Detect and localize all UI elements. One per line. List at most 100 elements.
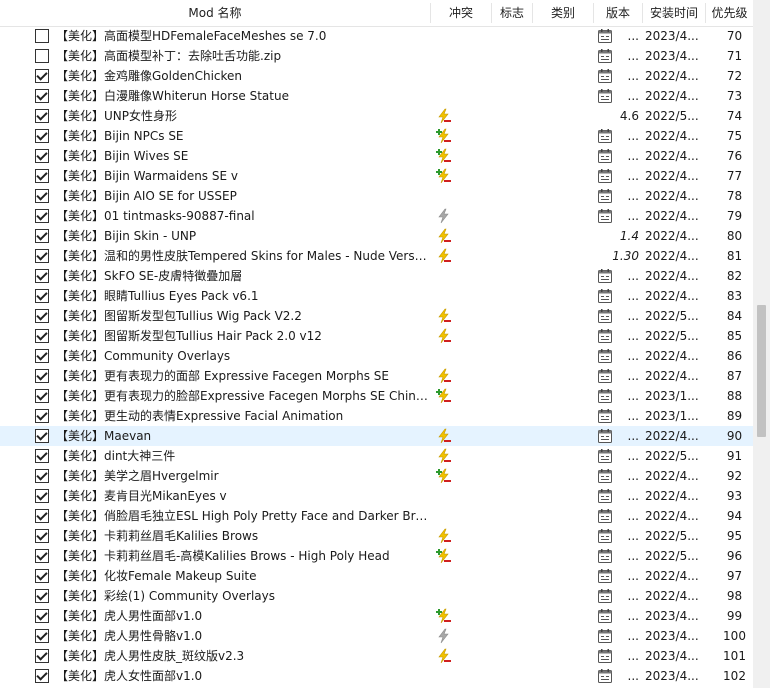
mod-install-time: 2023/1... [645,409,699,423]
mod-priority: 75 [726,129,743,143]
mod-enabled-checkbox[interactable] [35,89,49,103]
mod-enabled-checkbox[interactable] [35,129,49,143]
mod-row[interactable]: 【美化】眼睛Tullius Eyes Pack v6.1... 2022/4...… [0,286,753,306]
mod-enabled-checkbox[interactable] [35,389,49,403]
vertical-scrollbar[interactable] [753,0,770,688]
mod-priority: 71 [726,49,743,63]
mod-row[interactable]: 【美化】白漫雕像Whiterun Horse Statue... 2022/4..… [0,86,753,106]
mod-list[interactable]: 【美化】高面模型HDFemaleFaceMeshes se 7.0... 2023… [0,26,753,688]
header-mod-name[interactable]: Mod 名称 [0,0,430,26]
header-flags[interactable]: 标志 [492,0,532,26]
mod-enabled-checkbox[interactable] [35,509,49,523]
header-conflict[interactable]: 冲突 [431,0,491,26]
mod-enabled-checkbox[interactable] [35,529,49,543]
mod-row[interactable]: 【美化】SkFO SE-皮膚特徵疊加層... 2022/4... 82 [0,266,753,286]
mod-enabled-checkbox[interactable] [35,169,49,183]
mod-row[interactable]: 【美化】俏脸眉毛独立ESL High Poly Pretty Face and … [0,506,753,526]
calendar-icon [597,48,613,64]
lightning-minus-icon [436,368,452,384]
mod-row[interactable]: 【美化】温和的男性皮肤Tempered Skins for Males - Nu… [0,246,753,266]
mod-enabled-checkbox[interactable] [35,589,49,603]
mod-row[interactable]: 【美化】卡莉莉丝眉毛-高模Kalilies Brows - High Poly … [0,546,753,566]
mod-name: 【美化】化妆Female Makeup Suite [56,569,257,583]
mod-enabled-checkbox[interactable] [35,269,49,283]
mod-enabled-checkbox[interactable] [35,289,49,303]
mod-row[interactable]: 【美化】虎人女性面部v1.0... 2023/4... 102 [0,666,753,686]
mod-enabled-checkbox[interactable] [35,569,49,583]
mod-enabled-checkbox[interactable] [35,149,49,163]
mod-enabled-checkbox[interactable] [35,229,49,243]
mod-install-time: 2022/5... [645,109,699,123]
mod-row[interactable]: 【美化】图留斯发型包Tullius Hair Pack 2.0 v12... 20… [0,326,753,346]
scrollbar-thumb[interactable] [757,305,766,437]
mod-version: ... [627,569,639,583]
mod-row[interactable]: 【美化】更生动的表情Expressive Facial Animation...… [0,406,753,426]
mod-row[interactable]: 【美化】UNP女性身形 4.6 2022/5... 74 [0,106,753,126]
calendar-icon [597,668,613,684]
mod-version: ... [627,589,639,603]
mod-enabled-checkbox[interactable] [35,649,49,663]
mod-row[interactable]: 【美化】图留斯发型包Tullius Wig Pack V2.2... 2022/5… [0,306,753,326]
mod-priority: 98 [726,589,743,603]
mod-install-time: 2023/4... [645,669,699,683]
mod-enabled-checkbox[interactable] [35,349,49,363]
mod-install-time: 2022/4... [645,229,699,243]
mod-install-time: 2023/4... [645,609,699,623]
mod-row[interactable]: 【美化】彩绘(1) Community Overlays... 2022/4...… [0,586,753,606]
mod-row[interactable]: 【美化】虎人男性面部v1.0... 2023/4... 99 [0,606,753,626]
mod-row[interactable]: 【美化】更有表现力的脸部Expressive Facegen Morphs SE… [0,386,753,406]
mod-priority: 94 [726,509,743,523]
mod-row[interactable]: 【美化】Maevan... 2022/4... 90 [0,426,753,446]
mod-row[interactable]: 【美化】dint大神三件... 2022/5... 91 [0,446,753,466]
mod-row[interactable]: 【美化】高面模型HDFemaleFaceMeshes se 7.0... 2023… [0,26,753,46]
mod-row[interactable]: 【美化】Community Overlays... 2022/4... 86 [0,346,753,366]
mod-version: ... [627,609,639,623]
mod-row[interactable]: 【美化】更有表现力的面部 Expressive Facegen Morphs S… [0,366,753,386]
mod-row[interactable]: 【美化】Bijin AIO SE for USSEP... 2022/4... 78 [0,186,753,206]
mod-enabled-checkbox[interactable] [35,249,49,263]
mod-enabled-checkbox[interactable] [35,449,49,463]
mod-enabled-checkbox[interactable] [35,49,49,63]
mod-enabled-checkbox[interactable] [35,69,49,83]
mod-version: ... [627,409,639,423]
mod-row[interactable]: 【美化】Bijin Warmaidens SE v... 2022/4... 77 [0,166,753,186]
mod-enabled-checkbox[interactable] [35,609,49,623]
mod-row[interactable]: 【美化】卡莉莉丝眉毛Kalilies Brows... 2022/5... 95 [0,526,753,546]
header-version[interactable]: 版本 [594,0,642,26]
mod-enabled-checkbox[interactable] [35,209,49,223]
mod-row[interactable]: 【美化】麦肯目光MikanEyes v... 2022/4... 93 [0,486,753,506]
mod-version: ... [627,669,639,683]
mod-enabled-checkbox[interactable] [35,189,49,203]
mod-enabled-checkbox[interactable] [35,549,49,563]
lightning-minus-icon [436,248,452,264]
mod-row[interactable]: 【美化】虎人男性皮肤_斑纹版v2.3... 2023/4... 101 [0,646,753,666]
calendar-icon [597,568,613,584]
mod-enabled-checkbox[interactable] [35,309,49,323]
header-install-time[interactable]: 安装时间 [643,0,705,26]
mod-row[interactable]: 【美化】化妆Female Makeup Suite... 2022/4... 97 [0,566,753,586]
mod-row[interactable]: 【美化】Bijin Skin - UNP 1.4 2022/4... 80 [0,226,753,246]
lightning-plus-minus-icon [436,468,452,484]
mod-row[interactable]: 【美化】金鸡雕像GoldenChicken... 2022/4... 72 [0,66,753,86]
header-priority[interactable]: 优先级 [706,0,753,26]
header-category[interactable]: 类别 [533,0,593,26]
mod-enabled-checkbox[interactable] [35,109,49,123]
mod-priority: 96 [726,549,743,563]
mod-enabled-checkbox[interactable] [35,629,49,643]
mod-enabled-checkbox[interactable] [35,409,49,423]
mod-version: ... [627,469,639,483]
mod-enabled-checkbox[interactable] [35,489,49,503]
mod-row[interactable]: 【美化】Bijin NPCs SE... 2022/4... 75 [0,126,753,146]
mod-row[interactable]: 【美化】虎人男性骨骼v1.0... 2023/4... 100 [0,626,753,646]
mod-enabled-checkbox[interactable] [35,469,49,483]
mod-version: ... [627,269,639,283]
mod-enabled-checkbox[interactable] [35,669,49,683]
mod-enabled-checkbox[interactable] [35,369,49,383]
mod-row[interactable]: 【美化】Bijin Wives SE... 2022/4... 76 [0,146,753,166]
mod-row[interactable]: 【美化】美学之眉Hvergelmir... 2022/4... 92 [0,466,753,486]
mod-row[interactable]: 【美化】高面模型补丁：去除吐舌功能.zip... 2023/4... 71 [0,46,753,66]
mod-enabled-checkbox[interactable] [35,429,49,443]
mod-row[interactable]: 【美化】01 tintmasks-90887-final... 2022/4...… [0,206,753,226]
mod-enabled-checkbox[interactable] [35,329,49,343]
mod-enabled-checkbox[interactable] [35,29,49,43]
